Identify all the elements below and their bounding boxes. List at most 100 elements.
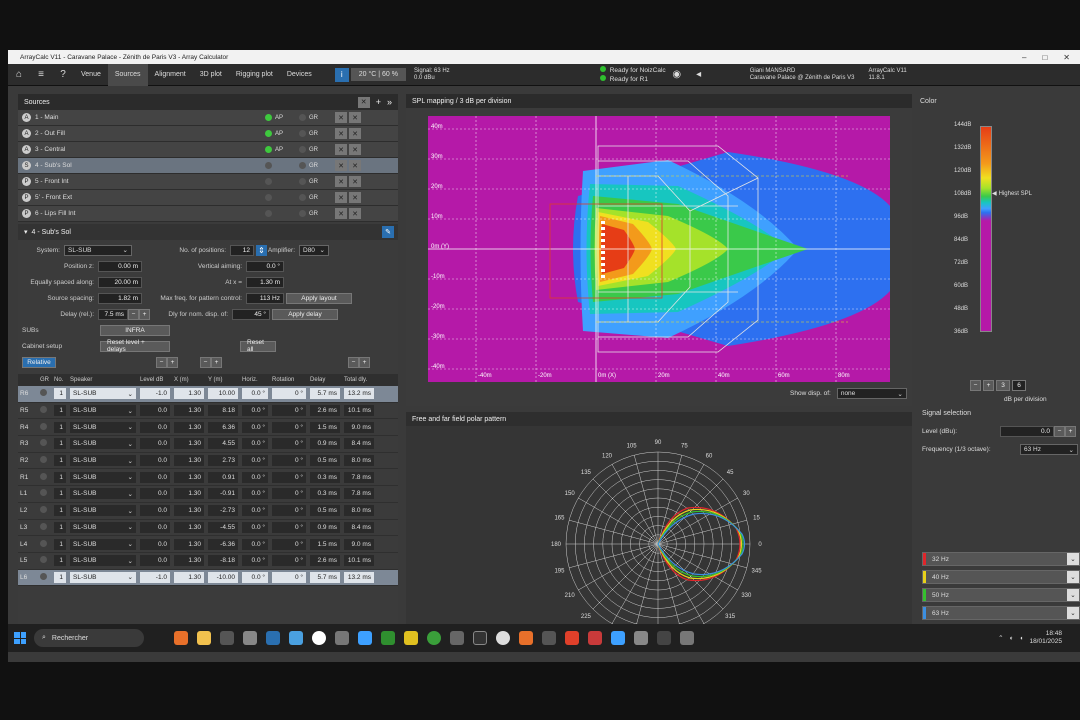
back-icon[interactable]: ◂ bbox=[688, 64, 710, 86]
speaker-select[interactable]: SL-SUB ⌄ bbox=[68, 455, 138, 467]
level-field[interactable]: -1.0 bbox=[138, 571, 172, 583]
table-row[interactable]: R1 1 SL-SUB ⌄ 0.0 1.30 0.91 0.0 ° 0 ° 0.3 ms 7.8 m… bbox=[18, 469, 398, 487]
maximize-icon[interactable]: □ bbox=[1042, 53, 1047, 62]
table-row[interactable]: R2 1 SL-SUB ⌄ 0.0 1.30 2.73 0.0 ° 0 ° 0.5 ms 8.0 m… bbox=[18, 453, 398, 470]
horiz-field[interactable]: 0.0 ° bbox=[240, 555, 270, 567]
chevron-down-icon[interactable]: ⌄ bbox=[1067, 589, 1079, 601]
x-field[interactable]: 1.30 bbox=[172, 555, 206, 567]
x-plus-button[interactable]: + bbox=[211, 356, 222, 368]
app-icon[interactable] bbox=[519, 631, 533, 645]
solo-icon[interactable]: ✕ bbox=[349, 144, 361, 155]
rot-field[interactable]: 0 ° bbox=[270, 571, 308, 583]
horiz-field[interactable]: 0.0 ° bbox=[240, 488, 270, 500]
apply-layout-button[interactable]: Apply layout bbox=[286, 292, 352, 304]
app-icon[interactable] bbox=[680, 631, 694, 645]
table-row[interactable]: L4 1 SL-SUB ⌄ 0.0 1.30 -6.36 0.0 ° 0 ° 1.5 ms 9.0 … bbox=[18, 536, 398, 553]
level-field[interactable]: 0.0 bbox=[138, 438, 172, 450]
source-item[interactable]: A 1 - Main AP GR ✕ ✕ bbox=[18, 110, 398, 126]
app-icon[interactable] bbox=[634, 631, 648, 645]
reset-all-button[interactable]: Reset all bbox=[240, 339, 276, 353]
level-plus-button[interactable]: + bbox=[167, 356, 178, 368]
y-field[interactable]: 0.91 bbox=[206, 471, 240, 483]
level-field[interactable]: 0.0 bbox=[138, 471, 172, 483]
table-row[interactable]: L1 1 SL-SUB ⌄ 0.0 1.30 -0.91 0.0 ° 0 ° 0.3 ms 7.8 … bbox=[18, 486, 398, 503]
firefox-icon[interactable] bbox=[174, 631, 188, 645]
positions-input[interactable]: 12 bbox=[230, 244, 254, 256]
level-field[interactable]: 0.0 bbox=[138, 421, 172, 433]
solo-icon[interactable]: ✕ bbox=[349, 208, 361, 219]
y-field[interactable]: -8.18 bbox=[206, 555, 240, 567]
source-item[interactable]: P 5' - Front Ext GR ✕ ✕ bbox=[18, 190, 398, 206]
speaker-select[interactable]: SL-SUB ⌄ bbox=[68, 388, 138, 400]
apply-delay-button[interactable]: Apply delay bbox=[272, 308, 338, 320]
help-icon[interactable]: ? bbox=[52, 64, 74, 86]
level-field[interactable]: -1.0 bbox=[138, 388, 172, 400]
solo-icon[interactable]: ✕ bbox=[349, 112, 361, 123]
chevron-down-icon[interactable]: ⌄ bbox=[1067, 553, 1079, 565]
rot-field[interactable]: 0 ° bbox=[270, 388, 308, 400]
delay-field[interactable]: 5.7 ms bbox=[308, 571, 342, 583]
vaim-input[interactable]: 0.0 ° bbox=[246, 260, 284, 272]
solo-icon[interactable]: ✕ bbox=[349, 192, 361, 203]
x-field[interactable]: 1.30 bbox=[172, 471, 206, 483]
taskbar-search[interactable]: ⌕ Rechercher bbox=[34, 629, 144, 647]
y-field[interactable]: -2.73 bbox=[206, 505, 240, 517]
level-minus-button[interactable]: − bbox=[156, 356, 167, 368]
speaker-select[interactable]: SL-SUB ⌄ bbox=[68, 571, 138, 583]
count-field[interactable]: 1 bbox=[52, 555, 68, 567]
table-row[interactable]: L6 1 SL-SUB ⌄ -1.0 1.30 -10.00 0.0 ° 0 ° 5.7 ms 13… bbox=[18, 569, 398, 587]
horiz-field[interactable]: 0.0 ° bbox=[240, 405, 270, 417]
count-field[interactable]: 1 bbox=[52, 471, 68, 483]
group-toggle[interactable] bbox=[38, 406, 52, 415]
x-field[interactable]: 1.30 bbox=[172, 421, 206, 433]
speaker-select[interactable]: SL-SUB ⌄ bbox=[68, 488, 138, 500]
show-disp-select[interactable]: none ⌄ bbox=[836, 388, 907, 399]
mute-icon[interactable]: ✕ bbox=[335, 176, 347, 187]
x-field[interactable]: 1.30 bbox=[172, 488, 206, 500]
count-field[interactable]: 1 bbox=[52, 521, 68, 533]
level-down-button[interactable]: − bbox=[1054, 426, 1065, 437]
clock[interactable]: 18:48 18/01/2025 bbox=[1029, 630, 1062, 646]
chevron-down-icon[interactable]: ⌄ bbox=[1067, 607, 1079, 619]
group-toggle[interactable] bbox=[38, 522, 52, 532]
spacing-input[interactable]: 1.82 m bbox=[98, 292, 142, 304]
total-field[interactable]: 8.0 ms bbox=[342, 505, 376, 517]
horiz-field[interactable]: 0.0 ° bbox=[240, 421, 270, 433]
y-field[interactable]: -4.55 bbox=[206, 521, 240, 533]
y-field[interactable]: -10.00 bbox=[206, 571, 240, 583]
group-toggle[interactable] bbox=[38, 506, 52, 515]
delay-field[interactable]: 0.5 ms bbox=[308, 505, 342, 517]
x-field[interactable]: 1.30 bbox=[172, 388, 206, 400]
division-6-button[interactable]: 6 bbox=[1012, 380, 1026, 391]
solo-icon[interactable]: ✕ bbox=[349, 176, 361, 187]
volume-icon[interactable]: ◖ bbox=[1020, 635, 1024, 642]
app-icon[interactable] bbox=[289, 631, 303, 645]
level-up-button[interactable]: + bbox=[1065, 426, 1076, 437]
app-icon[interactable] bbox=[266, 631, 280, 645]
y-field[interactable]: -6.36 bbox=[206, 538, 240, 550]
table-row[interactable]: L3 1 SL-SUB ⌄ 0.0 1.30 -4.55 0.0 ° 0 ° 0.9 ms 8.4 … bbox=[18, 520, 398, 537]
reset-level-button[interactable]: Reset level + delays bbox=[100, 339, 170, 353]
rot-field[interactable]: 0 ° bbox=[270, 555, 308, 567]
app-icon[interactable] bbox=[657, 631, 671, 645]
division-3-button[interactable]: 3 bbox=[996, 380, 1010, 391]
y-field[interactable]: 2.73 bbox=[206, 455, 240, 467]
level-input[interactable]: 0.0 bbox=[1000, 426, 1054, 437]
x-field[interactable]: 1.30 bbox=[172, 455, 206, 467]
app-icon[interactable] bbox=[243, 631, 257, 645]
app-icon[interactable] bbox=[496, 631, 510, 645]
app-icon[interactable] bbox=[220, 631, 234, 645]
atx-input[interactable]: 1.30 m bbox=[246, 276, 284, 288]
app-icon[interactable] bbox=[565, 631, 579, 645]
table-row[interactable]: R5 1 SL-SUB ⌄ 0.0 1.30 8.18 0.0 ° 0 ° 2.6 ms 10.1 … bbox=[18, 403, 398, 420]
solo-icon[interactable]: ✕ bbox=[349, 128, 361, 139]
source-item[interactable]: A 3 - Central AP GR ✕ ✕ bbox=[18, 142, 398, 158]
mute-icon[interactable]: ✕ bbox=[335, 144, 347, 155]
system-select[interactable]: SL-SUB ⌄ bbox=[64, 244, 132, 256]
x-field[interactable]: 1.30 bbox=[172, 505, 206, 517]
chrome-icon[interactable] bbox=[427, 631, 441, 645]
minimize-icon[interactable]: – bbox=[1022, 53, 1026, 62]
windows-start-icon[interactable] bbox=[14, 632, 26, 644]
rot-field[interactable]: 0 ° bbox=[270, 538, 308, 550]
collapse-icon[interactable]: » bbox=[387, 97, 392, 108]
